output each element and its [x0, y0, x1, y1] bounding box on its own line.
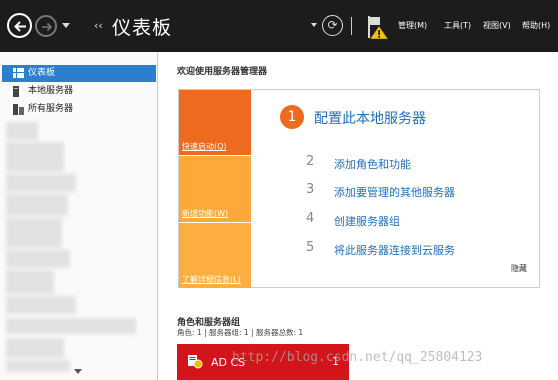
- back-arrow-icon: [14, 21, 26, 32]
- watermark-text: http://blog.csdn.net/qq_25804123: [232, 350, 483, 365]
- hide-link[interactable]: 隐藏: [511, 263, 527, 274]
- add-roles-link[interactable]: 添加角色和功能: [334, 156, 411, 172]
- obscured-item: [6, 296, 76, 314]
- quick-start-tile[interactable]: 快速启动(Q): [179, 90, 251, 155]
- step-number: 5: [306, 240, 315, 255]
- breadcrumb-arrow: ‹‹: [94, 19, 103, 32]
- refresh-dropdown-icon[interactable]: [311, 23, 317, 27]
- sidebar: 仪表板 本地服务器 所有服务器: [0, 52, 158, 380]
- welcome-heading: 欢迎使用服务器管理器: [177, 67, 268, 77]
- certificate-icon: [187, 354, 203, 373]
- quick-start-panel: 快速启动(Q) 新增功能(W) 了解详细信息(L) 1 配置此本地服务器 2 添…: [178, 89, 540, 288]
- notification-flag-icon[interactable]: [366, 14, 390, 43]
- tile-label[interactable]: 快速启动(Q): [182, 141, 227, 152]
- obscured-item: [6, 194, 68, 216]
- connect-cloud-link[interactable]: 将此服务器连接到云服务: [334, 242, 455, 258]
- servers-icon: [13, 104, 24, 122]
- sidebar-item-dashboard[interactable]: 仪表板: [2, 65, 156, 82]
- back-button[interactable]: [7, 13, 32, 38]
- menu-tools[interactable]: 工具(T): [444, 20, 471, 31]
- sidebar-item-label: 仪表板: [28, 68, 56, 78]
- history-dropdown-icon[interactable]: [62, 23, 70, 28]
- forward-arrow-icon: [42, 22, 53, 32]
- obscured-item: [6, 142, 64, 172]
- refresh-icon[interactable]: ⟳: [322, 15, 343, 36]
- toolbar-divider: [351, 17, 352, 35]
- obscured-item: [6, 174, 76, 192]
- obscured-item: [6, 318, 136, 334]
- sidebar-item-all-servers[interactable]: 所有服务器: [2, 101, 156, 118]
- sidebar-item-label: 本地服务器: [28, 86, 74, 96]
- menu-help[interactable]: 帮助(H): [522, 20, 550, 31]
- step-number: 3: [306, 182, 315, 197]
- obscured-item: [6, 360, 70, 372]
- obscured-item: [6, 270, 54, 294]
- configure-local-server-link[interactable]: 配置此本地服务器: [314, 108, 426, 128]
- create-server-group-link[interactable]: 创建服务器组: [334, 213, 400, 229]
- tile-label[interactable]: 新增功能(W): [182, 208, 228, 219]
- step-number: 4: [306, 211, 315, 226]
- title-bar: ‹‹ 仪表板 ⟳ 管理(M) 工具(T) 视图(V) 帮助(H): [0, 0, 558, 52]
- obscured-item: [6, 250, 70, 268]
- obscured-item: [6, 218, 62, 248]
- step-number-badge: 1: [280, 105, 304, 129]
- roles-summary: 角色: 1 | 服务器组: 1 | 服务器总数: 1: [177, 328, 304, 337]
- sidebar-item-label: 所有服务器: [28, 104, 74, 114]
- sidebar-item-local-server[interactable]: 本地服务器: [2, 83, 156, 100]
- menu-manage[interactable]: 管理(M): [398, 20, 427, 31]
- obscured-item: [6, 338, 64, 358]
- whats-new-tile[interactable]: 新增功能(W): [179, 155, 251, 222]
- obscured-item: [6, 122, 38, 140]
- menu-view[interactable]: 视图(V): [483, 20, 511, 31]
- tile-label[interactable]: 了解详细信息(L): [182, 274, 241, 285]
- step-number: 2: [306, 154, 315, 169]
- learn-more-tile[interactable]: 了解详细信息(L): [179, 222, 251, 288]
- page-title: 仪表板: [112, 17, 173, 39]
- add-servers-link[interactable]: 添加要管理的其他服务器: [334, 184, 455, 200]
- forward-button[interactable]: [35, 15, 57, 37]
- scroll-down-icon[interactable]: [74, 369, 82, 374]
